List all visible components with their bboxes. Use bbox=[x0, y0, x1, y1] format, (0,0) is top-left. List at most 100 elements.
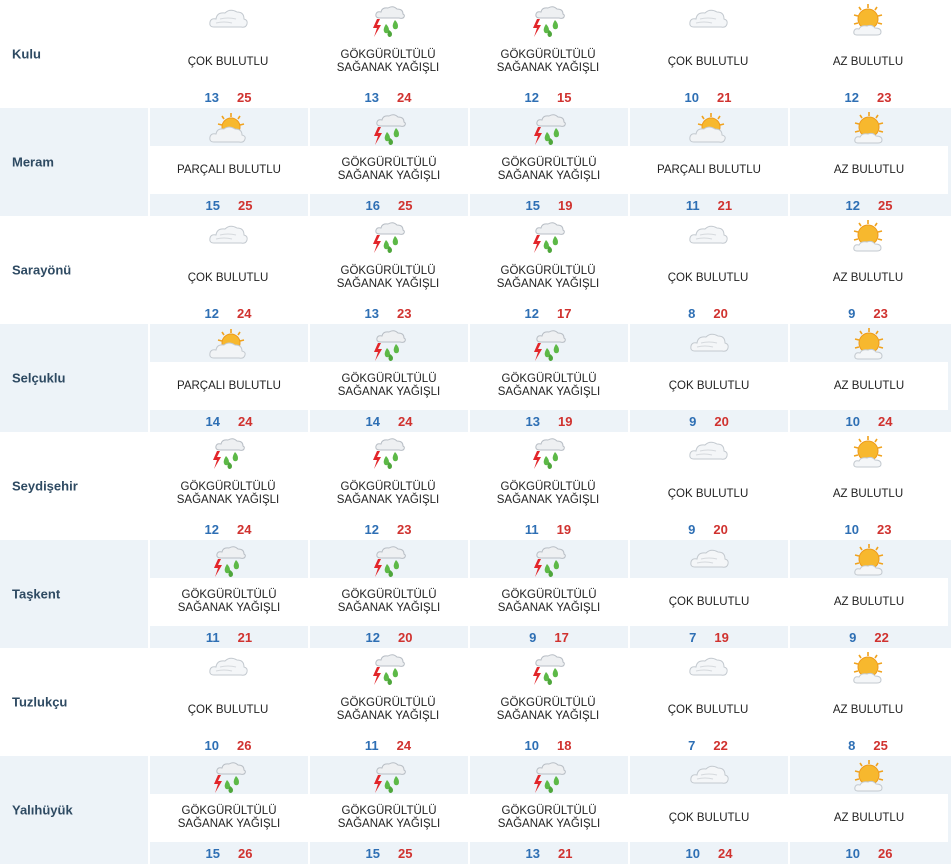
district-row: Selçuklu PARÇALI BULUTLU 14 24 GÖKGÜRÜLT… bbox=[0, 324, 951, 432]
temperature-range: 15 25 bbox=[150, 194, 308, 216]
forecast-day-cell: GÖKGÜRÜLTÜLÜ SAĞANAK YAĞIŞLI 14 24 bbox=[308, 324, 468, 432]
temperature-range: 13 25 bbox=[148, 86, 308, 108]
low-temperature: 14 bbox=[205, 413, 220, 429]
forecast-day-cell: ÇOK BULUTLU 13 25 bbox=[148, 0, 308, 108]
temperature-range: 8 20 bbox=[628, 302, 788, 324]
weather-icon-slot bbox=[310, 324, 468, 362]
weather-description: ÇOK BULUTLU bbox=[667, 271, 749, 284]
weather-description: AZ BULUTLU bbox=[832, 703, 904, 716]
forecast-day-cell: GÖKGÜRÜLTÜLÜ SAĞANAK YAĞIŞLI 13 19 bbox=[468, 324, 628, 432]
low-temperature: 12 bbox=[364, 521, 379, 537]
high-temperature: 23 bbox=[877, 89, 892, 105]
weather-icon-slot bbox=[468, 432, 628, 470]
low-temperature: 15 bbox=[205, 845, 220, 861]
low-temperature: 12 bbox=[524, 89, 539, 105]
weather-description: GÖKGÜRÜLTÜLÜ SAĞANAK YAĞIŞLI bbox=[150, 794, 308, 842]
low-temperature: 12 bbox=[204, 305, 219, 321]
high-temperature: 26 bbox=[878, 845, 893, 861]
district-cell: Yalıhüyük bbox=[0, 756, 148, 864]
forecast-day-cell: ÇOK BULUTLU 8 20 bbox=[628, 216, 788, 324]
forecast-day-cell: GÖKGÜRÜLTÜLÜ SAĞANAK YAĞIŞLI 10 18 bbox=[468, 648, 628, 756]
high-temperature: 17 bbox=[557, 305, 572, 321]
temperature-range: 10 23 bbox=[788, 518, 948, 540]
high-temperature: 25 bbox=[237, 89, 252, 105]
low-temperature: 13 bbox=[525, 845, 540, 861]
district-name[interactable]: Meram bbox=[12, 155, 54, 170]
forecast-day-cell: GÖKGÜRÜLTÜLÜ SAĞANAK YAĞIŞLI 15 26 bbox=[148, 756, 308, 864]
weather-icon-slot bbox=[308, 216, 468, 254]
weather-icon-slot bbox=[630, 540, 788, 578]
low-temperature: 9 bbox=[849, 629, 857, 645]
district-cell: Taşkent bbox=[0, 540, 148, 648]
temperature-range: 14 24 bbox=[310, 410, 468, 432]
high-temperature: 24 bbox=[238, 413, 253, 429]
low-temperature: 10 bbox=[524, 737, 539, 753]
district-name[interactable]: Sarayönü bbox=[12, 263, 71, 278]
weather-description: GÖKGÜRÜLTÜLÜ SAĞANAK YAĞIŞLI bbox=[470, 578, 628, 626]
weather-description: ÇOK BULUTLU bbox=[187, 271, 269, 284]
weather-icon-slot bbox=[788, 216, 948, 254]
temperature-range: 13 21 bbox=[470, 842, 628, 864]
weather-icon-slot bbox=[150, 756, 308, 794]
district-row: Seydişehir GÖKGÜRÜLTÜLÜ SAĞANAK YAĞIŞLI … bbox=[0, 432, 951, 540]
high-temperature: 18 bbox=[557, 737, 572, 753]
district-name[interactable]: Seydişehir bbox=[12, 479, 78, 494]
district-forecast-table: Kulu ÇOK BULUTLU 13 25 GÖKGÜRÜLTÜLÜ SAĞA… bbox=[0, 0, 951, 864]
weather-icon-slot bbox=[310, 756, 468, 794]
low-temperature: 7 bbox=[688, 737, 696, 753]
district-name[interactable]: Kulu bbox=[12, 47, 41, 62]
temperature-range: 15 26 bbox=[150, 842, 308, 864]
weather-icon-slot bbox=[148, 432, 308, 470]
forecast-day-cell: GÖKGÜRÜLTÜLÜ SAĞANAK YAĞIŞLI 11 19 bbox=[468, 432, 628, 540]
high-temperature: 15 bbox=[557, 89, 572, 105]
temperature-range: 12 23 bbox=[788, 86, 948, 108]
weather-description: AZ BULUTLU bbox=[832, 487, 904, 500]
forecast-day-cell: AZ BULUTLU 10 23 bbox=[788, 432, 948, 540]
forecast-day-cell: GÖKGÜRÜLTÜLÜ SAĞANAK YAĞIŞLI 13 21 bbox=[468, 756, 628, 864]
low-temperature: 8 bbox=[848, 737, 856, 753]
low-temperature: 15 bbox=[365, 845, 380, 861]
weather-icon-slot bbox=[468, 648, 628, 686]
temperature-range: 10 26 bbox=[148, 734, 308, 756]
forecast-day-cell: GÖKGÜRÜLTÜLÜ SAĞANAK YAĞIŞLI 9 17 bbox=[468, 540, 628, 648]
weather-description: GÖKGÜRÜLTÜLÜ SAĞANAK YAĞIŞLI bbox=[310, 578, 468, 626]
weather-description: AZ BULUTLU bbox=[832, 271, 904, 284]
low-temperature: 15 bbox=[205, 197, 220, 213]
weather-icon-slot bbox=[790, 108, 948, 146]
district-name[interactable]: Taşkent bbox=[12, 587, 60, 602]
weather-description: ÇOK BULUTLU bbox=[630, 578, 788, 626]
forecast-day-cell: PARÇALI BULUTLU 11 21 bbox=[628, 108, 788, 216]
district-cell: Meram bbox=[0, 108, 148, 216]
weather-description: AZ BULUTLU bbox=[790, 578, 948, 626]
district-cell: Tuzlukçu bbox=[0, 648, 148, 756]
low-temperature: 9 bbox=[848, 305, 856, 321]
temperature-range: 9 23 bbox=[788, 302, 948, 324]
weather-icon-slot bbox=[148, 0, 308, 38]
high-temperature: 23 bbox=[877, 521, 892, 537]
weather-description: AZ BULUTLU bbox=[790, 146, 948, 194]
district-name[interactable]: Selçuklu bbox=[12, 371, 65, 386]
forecast-day-cell: ÇOK BULUTLU 10 26 bbox=[148, 648, 308, 756]
weather-description: PARÇALI BULUTLU bbox=[150, 146, 308, 194]
district-name[interactable]: Yalıhüyük bbox=[12, 803, 73, 818]
weather-icon-slot bbox=[630, 324, 788, 362]
forecast-day-cell: AZ BULUTLU 10 24 bbox=[788, 324, 948, 432]
district-name[interactable]: Tuzlukçu bbox=[12, 695, 67, 710]
temperature-range: 11 19 bbox=[468, 518, 628, 540]
weather-icon-slot bbox=[470, 540, 628, 578]
high-temperature: 24 bbox=[237, 305, 252, 321]
low-temperature: 12 bbox=[524, 305, 539, 321]
low-temperature: 10 bbox=[845, 413, 860, 429]
forecast-day-cell: AZ BULUTLU 8 25 bbox=[788, 648, 948, 756]
temperature-range: 12 15 bbox=[468, 86, 628, 108]
weather-description: AZ BULUTLU bbox=[790, 794, 948, 842]
weather-icon-slot bbox=[468, 0, 628, 38]
low-temperature: 9 bbox=[689, 413, 697, 429]
high-temperature: 21 bbox=[717, 89, 732, 105]
temperature-range: 12 24 bbox=[148, 302, 308, 324]
weather-description: GÖKGÜRÜLTÜLÜ SAĞANAK YAĞIŞLI bbox=[496, 49, 600, 74]
temperature-range: 12 23 bbox=[308, 518, 468, 540]
low-temperature: 9 bbox=[529, 629, 537, 645]
weather-description: GÖKGÜRÜLTÜLÜ SAĞANAK YAĞIŞLI bbox=[150, 578, 308, 626]
forecast-day-cell: AZ BULUTLU 9 22 bbox=[788, 540, 948, 648]
